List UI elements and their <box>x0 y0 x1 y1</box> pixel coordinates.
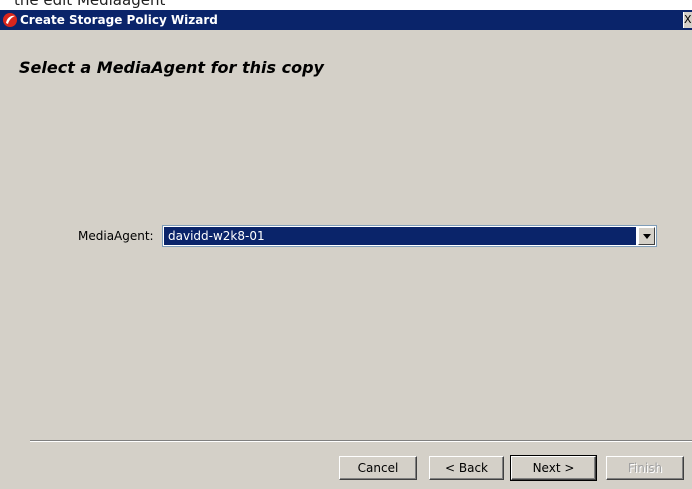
dropdown-arrow-icon[interactable] <box>638 227 655 245</box>
wizard-window: Create Storage Policy Wizard X Select a … <box>0 10 692 489</box>
back-button[interactable]: < Back <box>429 456 504 480</box>
app-logo-icon <box>2 12 18 28</box>
background-document-strip: the edit Mediaagent <box>0 0 692 10</box>
cancel-button[interactable]: Cancel <box>339 456 417 480</box>
footer-separator <box>30 440 692 442</box>
mediaagent-selected-value[interactable]: davidd-w2k8-01 <box>164 227 636 245</box>
finish-button[interactable]: Finish <box>606 456 684 480</box>
window-title: Create Storage Policy Wizard <box>20 13 218 27</box>
close-button[interactable]: X <box>683 12 692 28</box>
mediaagent-select[interactable]: davidd-w2k8-01 <box>162 225 657 247</box>
page-heading: Select a MediaAgent for this copy <box>19 58 324 77</box>
mediaagent-label: MediaAgent: <box>78 229 154 243</box>
title-bar[interactable]: Create Storage Policy Wizard X <box>0 10 692 30</box>
background-document-text: the edit Mediaagent <box>14 0 166 9</box>
next-button[interactable]: Next > <box>510 455 597 481</box>
